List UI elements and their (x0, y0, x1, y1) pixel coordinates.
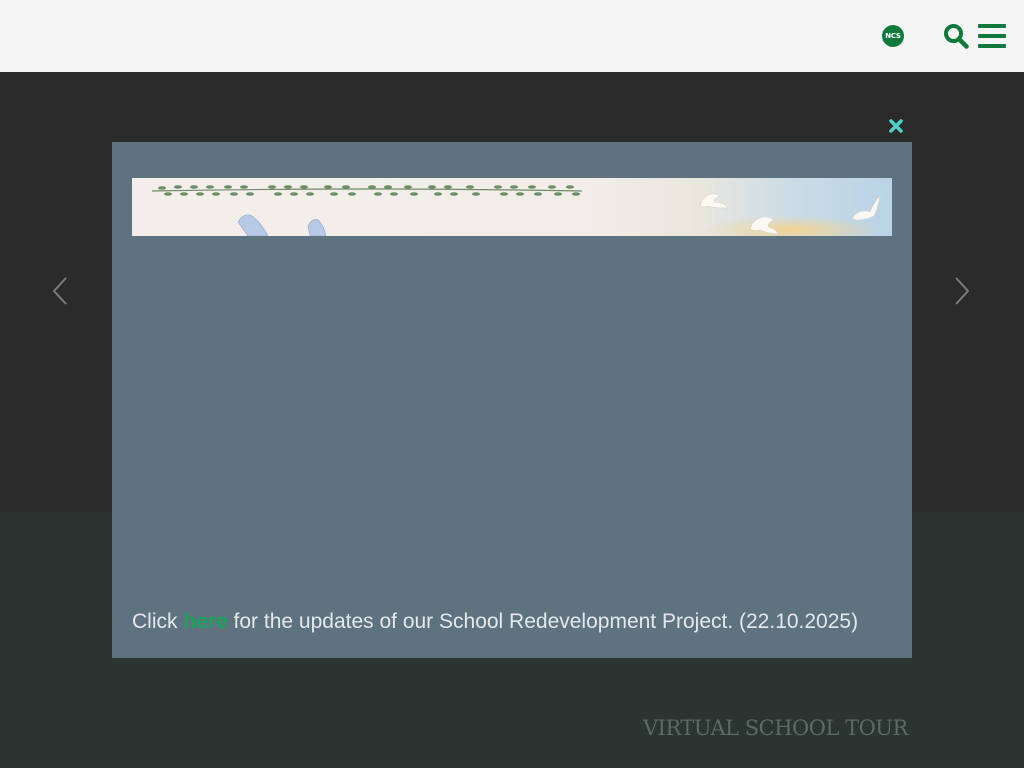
search-button[interactable] (942, 22, 970, 50)
menu-button[interactable] (976, 22, 1008, 50)
here-link[interactable]: here (183, 610, 227, 633)
virtual-school-tour-link[interactable]: VIRTUAL SCHOOL TOUR (643, 716, 908, 740)
peace-doves-banner (132, 178, 892, 236)
announcement-modal: Click here for the updates of our School… (112, 142, 912, 658)
slider-next-button[interactable] (952, 275, 972, 307)
notice-text-after: for the updates of our School Redevelopm… (227, 610, 859, 633)
ncs-logo-badge[interactable]: NCS (882, 25, 904, 47)
slider-prev-button[interactable] (50, 275, 70, 307)
ncs-logo-text: NCS (885, 32, 901, 40)
hamburger-menu-icon (978, 24, 1006, 48)
modal-close-button[interactable] (884, 114, 908, 138)
chevron-left-icon (52, 277, 67, 305)
banner-image (132, 178, 892, 236)
search-icon (944, 24, 969, 49)
notice-text-before: Click (132, 610, 184, 633)
site-header: NCS (0, 0, 1024, 72)
redevelopment-notice: Click here for the updates of our School… (132, 610, 858, 634)
chevron-right-icon (955, 277, 970, 305)
close-icon (889, 119, 903, 133)
